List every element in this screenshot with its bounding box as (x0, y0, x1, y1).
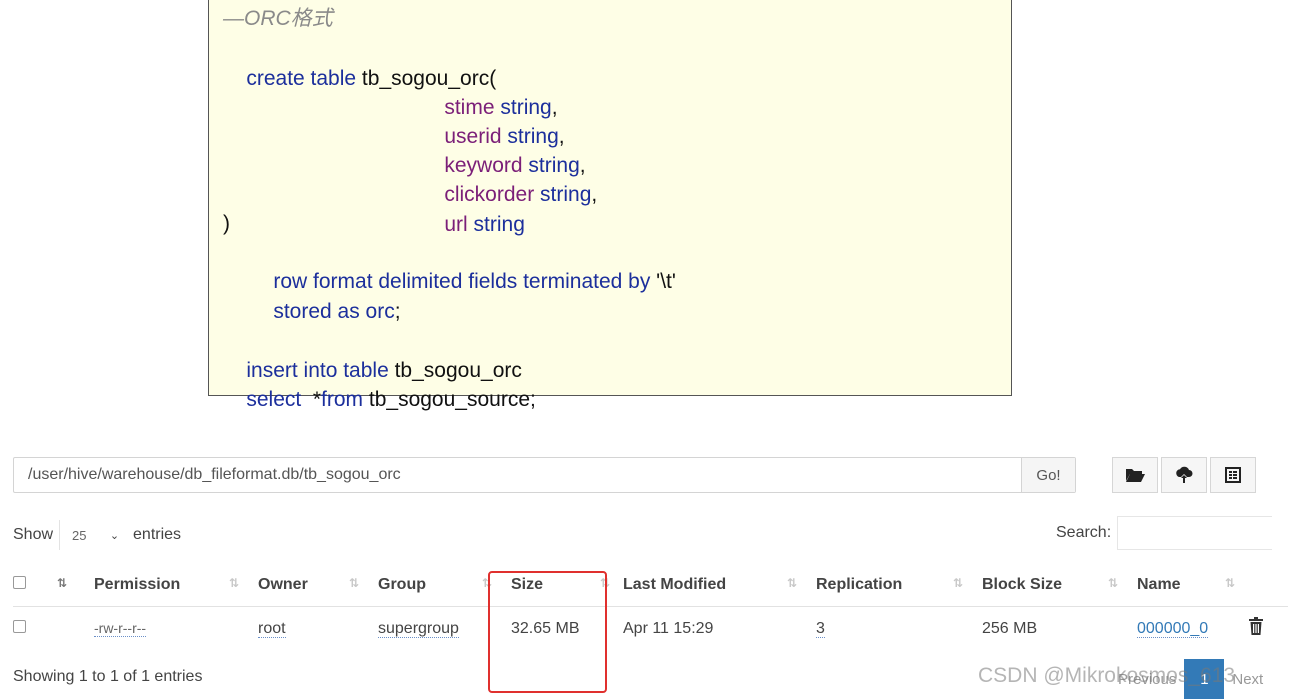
sort-icon: ⇅ (1107, 576, 1118, 590)
code-comment: —ORC格式 (223, 7, 333, 30)
row-checkbox[interactable] (13, 619, 26, 633)
column-label: Group (378, 575, 426, 593)
select-all-cell (13, 564, 47, 607)
last-modified-cell: Apr 11 15:29 (623, 606, 816, 651)
next-page-button[interactable]: Next (1232, 671, 1263, 688)
entries-label: entries (133, 526, 182, 543)
create-directory-button[interactable] (1112, 457, 1158, 493)
column-label: Block Size (982, 575, 1063, 593)
code-select-line: select *from tb_sogou_source; (223, 355, 536, 444)
column-header-replication[interactable]: Replication ⇅ (816, 564, 982, 607)
column-header-owner[interactable]: Owner ⇅ (258, 564, 378, 607)
entries-select[interactable]: 25 ⌄ (59, 520, 125, 550)
column-header-block-size[interactable]: Block Size ⇅ (982, 564, 1137, 607)
table-info: Showing 1 to 1 of 1 entries (13, 668, 203, 685)
entries-select-value: 25 (72, 527, 87, 543)
permission-value[interactable]: -rw-r--r-- (94, 619, 147, 637)
code-field-type: string (473, 212, 525, 236)
search-control: Search: (1056, 516, 1273, 550)
delete-cell (1248, 606, 1288, 651)
sort-icon: ⇅ (228, 576, 239, 590)
entries-length-control: Show 25 ⌄ entries (13, 520, 181, 550)
column-label: Replication (816, 575, 903, 593)
permission-cell: -rw-r--r-- (94, 606, 258, 651)
file-table: ⇅ Permission ⇅ Owner ⇅ Group ⇅ Size ⇅ Last M… (13, 564, 1288, 651)
upload-button[interactable] (1161, 457, 1207, 493)
name-cell: 000000_0 (1137, 606, 1248, 651)
column-label: Owner (258, 575, 308, 593)
cloud-upload-icon (1176, 466, 1193, 483)
sort-icon: ⇅ (952, 576, 963, 590)
row-select-cell (13, 606, 47, 651)
owner-cell: root (258, 606, 378, 651)
column-header-permission[interactable]: Permission ⇅ (94, 564, 258, 607)
table-row: -rw-r--r-- root supergroup 32.65 MB Apr … (13, 606, 1288, 651)
code-slide: —ORC格式 create table tb_sogou_orc( stime … (208, 0, 1012, 411)
code-close-paren: ) (223, 212, 230, 235)
sort-icon: ⇅ (1224, 576, 1235, 590)
path-bar: Go! (13, 457, 1076, 493)
size-highlight-box (488, 571, 607, 693)
sort-icon: ⇅ (786, 576, 797, 590)
block-size-cell: 256 MB (982, 606, 1137, 651)
folder-open-icon (1126, 469, 1145, 482)
code-text: ; (394, 299, 401, 323)
code-keyword: select (246, 387, 302, 411)
column-header-actions (1248, 564, 1288, 607)
code-text: * (301, 387, 322, 411)
code-text: '\t' (650, 269, 676, 293)
go-button[interactable]: Go! (1021, 458, 1075, 492)
search-label: Search: (1056, 524, 1112, 541)
code-keyword: create table (246, 66, 357, 90)
replication-cell: 3 (816, 606, 982, 651)
chevron-down-icon: ⌄ (109, 529, 120, 542)
file-name-link[interactable]: 000000_0 (1137, 619, 1209, 638)
last-modified-value: Apr 11 15:29 (623, 619, 714, 637)
row-index-cell (47, 606, 94, 651)
sort-icon: ⇅ (57, 576, 67, 590)
code-sep: , (591, 182, 598, 206)
table-header-row: ⇅ Permission ⇅ Owner ⇅ Group ⇅ Size ⇅ Last M… (13, 564, 1288, 607)
sort-column[interactable]: ⇅ (47, 564, 94, 607)
list-alt-icon (1225, 467, 1241, 483)
replication-value[interactable]: 3 (816, 619, 825, 638)
code-keyword: stored as orc (273, 299, 395, 323)
column-label: Last Modified (623, 575, 727, 593)
column-header-name[interactable]: Name ⇅ (1137, 564, 1248, 607)
select-all-checkbox[interactable] (13, 575, 26, 589)
search-input[interactable] (1117, 516, 1273, 550)
code-text: tb_sogou_source; (363, 387, 536, 411)
show-label: Show (13, 526, 54, 543)
code-keyword: from (321, 387, 364, 411)
owner-value[interactable]: root (258, 619, 286, 638)
sort-icon: ⇅ (348, 576, 359, 590)
block-size-value: 256 MB (982, 619, 1038, 637)
code-field-name: url (444, 212, 468, 236)
trash-icon[interactable] (1248, 617, 1264, 640)
column-label: Name (1137, 575, 1181, 593)
code-field-type: string (540, 182, 592, 206)
column-header-last-modified[interactable]: Last Modified ⇅ (623, 564, 816, 607)
cut-copy-button[interactable] (1210, 457, 1256, 493)
watermark: CSDN @Mikrokosmos_613 (978, 664, 1236, 687)
path-input[interactable] (14, 458, 1021, 492)
group-value[interactable]: supergroup (378, 619, 459, 638)
column-label: Permission (94, 575, 181, 593)
